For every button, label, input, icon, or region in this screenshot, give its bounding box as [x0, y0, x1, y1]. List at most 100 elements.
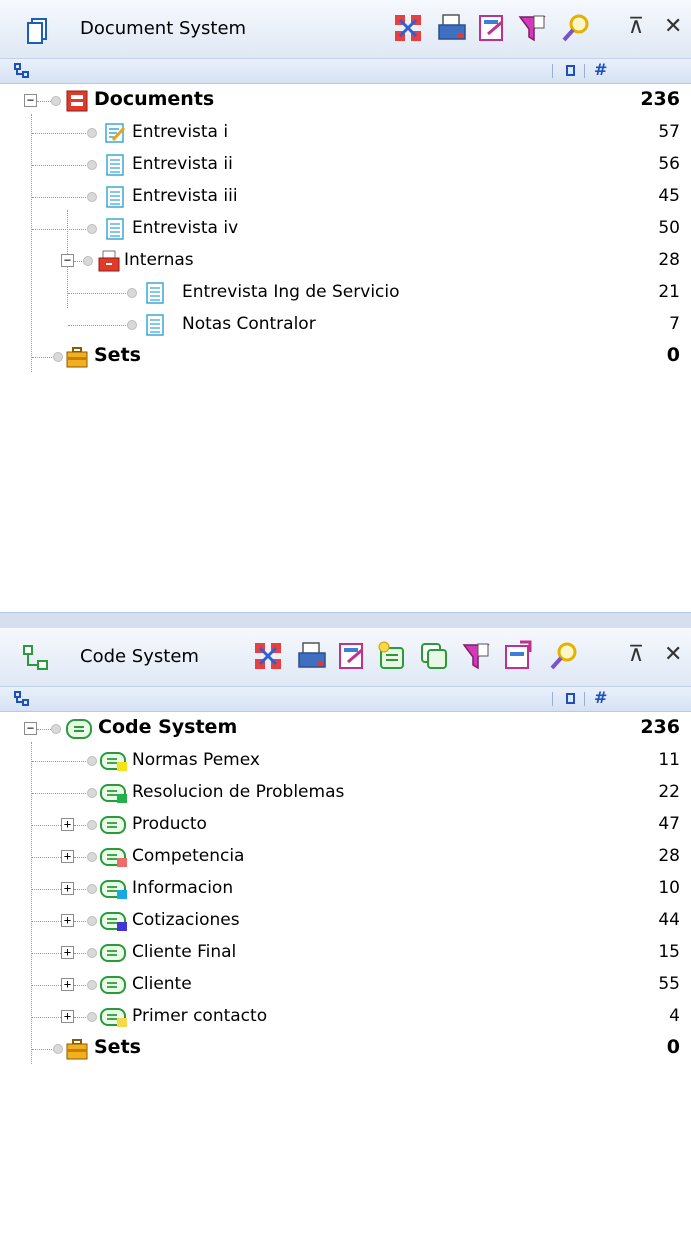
tree-item-count: 56: [658, 154, 680, 174]
tree-item-entrevista-iii[interactable]: Entrevista iii 45: [0, 181, 691, 213]
column-separator: [584, 692, 585, 706]
tree-item-label: Producto: [132, 814, 207, 834]
node-dot: [87, 916, 97, 926]
expand-toggle[interactable]: +: [61, 978, 74, 991]
print-icon[interactable]: [296, 640, 328, 672]
documents-root-icon: [66, 90, 88, 112]
tree-item-label: Normas Pemex: [132, 750, 260, 770]
tree-connector: [32, 1017, 61, 1018]
export-icon[interactable]: [336, 640, 368, 672]
tree-item-count: 11: [658, 750, 680, 770]
tree-connector: [68, 325, 128, 326]
collapse-all-icon[interactable]: [252, 640, 284, 672]
tree-item-count: 28: [658, 846, 680, 866]
tree-view-icon[interactable]: [14, 691, 30, 707]
memo-document-icon: [105, 123, 126, 143]
collapse-all-icon[interactable]: [392, 12, 424, 44]
document-system-panel: Document System ⊼ ✕ # − Documents 236 En…: [0, 0, 691, 612]
code-frequencies-icon[interactable]: [418, 640, 450, 672]
tree-connector: [74, 889, 86, 890]
tree-item-label: Internas: [124, 250, 194, 270]
node-dot: [87, 224, 97, 234]
close-icon[interactable]: ✕: [664, 14, 682, 39]
tree-connector: [74, 985, 86, 986]
text-document-icon: [106, 186, 124, 208]
tree-item-entrevista-ii[interactable]: Entrevista ii 56: [0, 149, 691, 181]
collapse-toggle[interactable]: −: [24, 722, 37, 735]
count-column-icon[interactable]: [566, 693, 575, 704]
tree-root-sets[interactable]: Sets 0: [0, 341, 691, 373]
minimize-icon[interactable]: ⊼: [628, 14, 644, 39]
tree-item-label: Entrevista iv: [132, 218, 239, 238]
code-tree-item[interactable]: + Cotizaciones 44: [0, 905, 691, 937]
hash-column-header[interactable]: #: [594, 688, 607, 707]
code-system-titlebar: Code System ⊼ ✕: [0, 628, 691, 687]
document-system-icon: [27, 18, 47, 44]
tree-root-documents[interactable]: − Documents 236: [0, 85, 691, 117]
filter-icon[interactable]: [516, 12, 548, 44]
tree-connector: [32, 985, 61, 986]
tree-item-count: 236: [640, 716, 680, 738]
tree-connector: [32, 889, 61, 890]
tree-item-notas-contralor[interactable]: Notas Contralor 7: [0, 309, 691, 341]
code-icon: [100, 944, 126, 962]
code-tree-item[interactable]: + Competencia 28: [0, 841, 691, 873]
search-icon[interactable]: [548, 640, 580, 672]
filter-icon[interactable]: [460, 640, 492, 672]
code-tree-item[interactable]: + Informacion 10: [0, 873, 691, 905]
tree-connector: [32, 165, 86, 166]
code-system-icon: [23, 645, 48, 670]
tree-item-entrevista-i[interactable]: Entrevista i 57: [0, 117, 691, 149]
column-header: #: [0, 59, 691, 84]
tree-connector: [74, 921, 86, 922]
code-export-icon[interactable]: [502, 640, 534, 672]
code-tree-item[interactable]: + Primer contacto 4: [0, 1001, 691, 1033]
tree-connector: [32, 953, 61, 954]
tree-connector: [32, 921, 61, 922]
minimize-icon[interactable]: ⊼: [628, 642, 644, 667]
collapse-toggle[interactable]: −: [24, 94, 37, 107]
document-system-titlebar: Document System ⊼ ✕: [0, 0, 691, 59]
tree-connector: [32, 197, 86, 198]
code-icon: [100, 880, 127, 899]
expand-toggle[interactable]: +: [61, 818, 74, 831]
code-tree-item[interactable]: + Producto 47: [0, 809, 691, 841]
code-icon: [100, 976, 126, 994]
expand-toggle[interactable]: +: [61, 850, 74, 863]
print-icon[interactable]: [436, 12, 468, 44]
tree-item-label: Sets: [94, 1036, 141, 1058]
tree-item-label: Sets: [94, 344, 141, 366]
count-column-icon[interactable]: [566, 65, 575, 76]
tree-connector: [74, 825, 86, 826]
tree-item-label: Entrevista ii: [132, 154, 233, 174]
expand-toggle[interactable]: +: [61, 946, 74, 959]
search-icon[interactable]: [560, 12, 592, 44]
tree-item-count: 236: [640, 88, 680, 110]
tree-item-entrevista-ing-de-servicio[interactable]: Entrevista Ing de Servicio 21: [0, 277, 691, 309]
expand-toggle[interactable]: +: [61, 1010, 74, 1023]
column-separator: [552, 692, 553, 706]
tree-item-count: 47: [658, 814, 680, 834]
hash-column-header[interactable]: #: [594, 60, 607, 79]
code-tree-item[interactable]: Normas Pemex 11: [0, 745, 691, 777]
code-tree-item[interactable]: + Cliente 55: [0, 969, 691, 1001]
code-tree-item[interactable]: Resolucion de Problemas 22: [0, 777, 691, 809]
tree-item-internas[interactable]: − Internas 28: [0, 245, 691, 277]
new-code-icon[interactable]: [376, 640, 408, 672]
export-icon[interactable]: [476, 12, 508, 44]
collapse-toggle[interactable]: −: [61, 254, 74, 267]
code-system-panel: Code System ⊼ ✕ # − Code System 236 Norm…: [0, 628, 691, 1245]
expand-toggle[interactable]: +: [61, 914, 74, 927]
tree-root-node[interactable]: − Code System 236: [0, 713, 691, 745]
tree-root-node[interactable]: Sets 0: [0, 1033, 691, 1065]
expand-toggle[interactable]: +: [61, 882, 74, 895]
node-dot: [87, 820, 97, 830]
node-dot: [87, 852, 97, 862]
tree-item-entrevista-iv[interactable]: Entrevista iv 50: [0, 213, 691, 245]
tree-connector: [32, 357, 54, 358]
node-dot: [87, 948, 97, 958]
tree-item-label: Cliente: [132, 974, 192, 994]
tree-view-icon[interactable]: [14, 63, 30, 79]
close-icon[interactable]: ✕: [664, 642, 682, 667]
code-tree-item[interactable]: + Cliente Final 15: [0, 937, 691, 969]
